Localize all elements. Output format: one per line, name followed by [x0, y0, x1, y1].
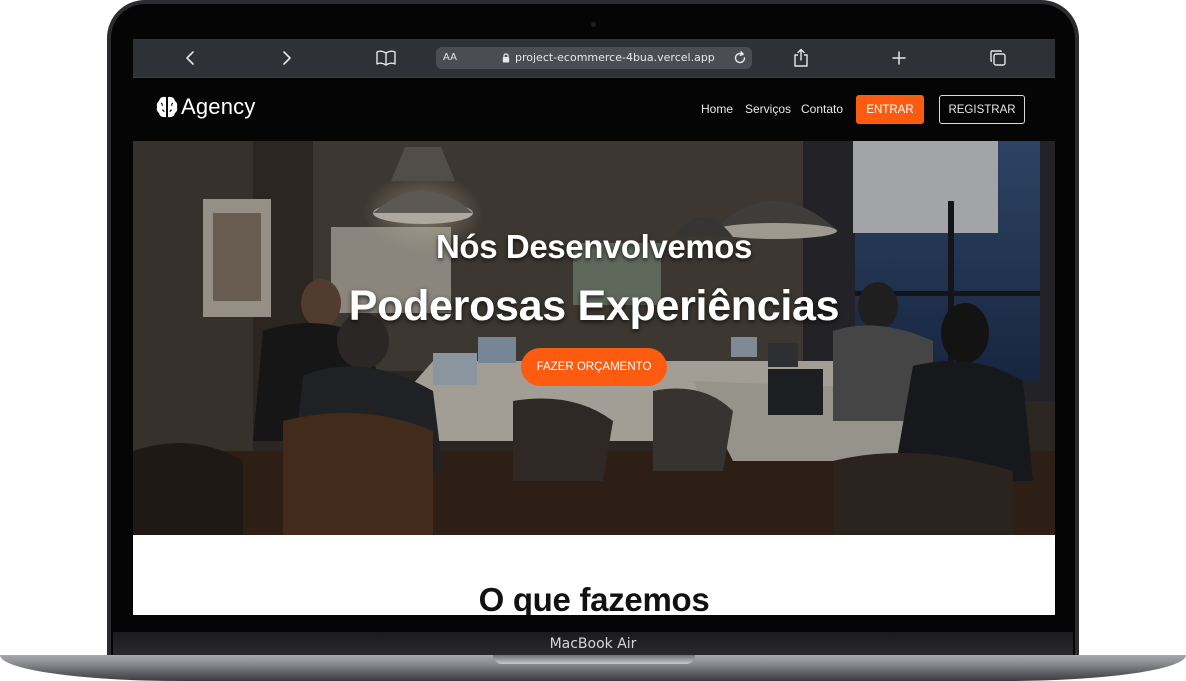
plus-icon[interactable] [886, 46, 912, 70]
brand-name: Agency [181, 94, 256, 119]
browser-toolbar: AA project-ecommerce-4bua.vercel.app [133, 39, 1055, 78]
tabs-icon[interactable] [985, 46, 1011, 70]
url-text: project-ecommerce-4bua.vercel.app [515, 51, 715, 64]
url-display: project-ecommerce-4bua.vercel.app [502, 47, 715, 69]
share-icon[interactable] [788, 46, 814, 70]
reload-icon[interactable] [732, 50, 748, 66]
book-icon[interactable] [373, 46, 399, 70]
laptop-notch [493, 655, 695, 664]
nav-link-contact[interactable]: Contato [801, 78, 843, 140]
chevron-right-icon[interactable] [274, 46, 300, 70]
text-size-button[interactable]: AA [443, 47, 457, 69]
brand-logo[interactable]: Agency [155, 94, 256, 120]
hero-subtitle: Nós Desenvolvemos [436, 228, 752, 265]
section-title: O que fazemos [478, 581, 710, 615]
hero-section: Nós Desenvolvemos Poderosas Experiências… [133, 141, 1055, 535]
address-bar[interactable]: AA project-ecommerce-4bua.vercel.app [436, 47, 752, 69]
hero-title: Poderosas Experiências [348, 282, 840, 330]
site-navbar: Agency Home Serviços Contato ENTRAR REGI… [133, 78, 1055, 141]
nav-link-services[interactable]: Serviços [745, 78, 791, 140]
chevron-left-icon[interactable] [177, 46, 203, 70]
screen: AA project-ecommerce-4bua.vercel.app Age… [133, 39, 1055, 615]
lock-icon [502, 53, 510, 63]
camera-icon [591, 22, 596, 27]
nav-link-home[interactable]: Home [701, 78, 733, 140]
device-label: MacBook Air [549, 636, 637, 652]
brain-icon [156, 96, 178, 118]
hero-overlay [133, 141, 1055, 535]
login-button[interactable]: ENTRAR [856, 95, 924, 124]
register-button[interactable]: REGISTRAR [939, 95, 1025, 124]
quote-button[interactable]: FAZER ORÇAMENTO [521, 348, 667, 386]
